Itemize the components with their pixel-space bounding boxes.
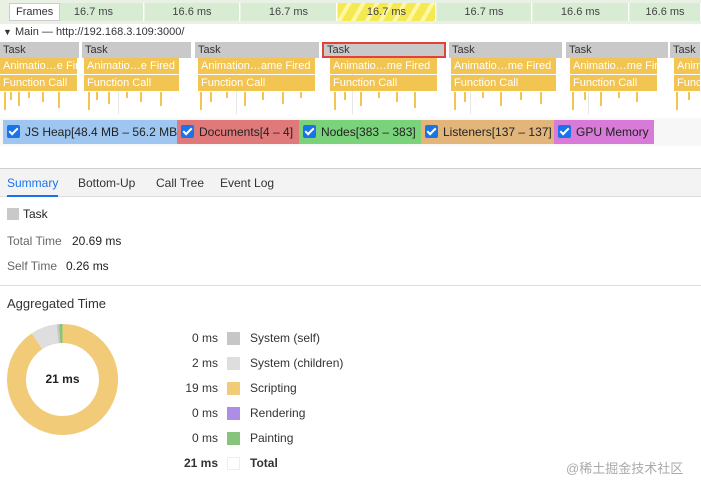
legend-label: Scripting	[250, 381, 297, 395]
aggregated-time-title: Aggregated Time	[7, 296, 107, 311]
summary-title-text: Task	[23, 207, 48, 221]
main-track-header[interactable]: ▼ Main — http://192.168.3.109:3000/	[0, 26, 701, 42]
legend-swatch	[227, 332, 240, 345]
legend-total-label: Total	[250, 456, 278, 470]
flame-animation-frame[interactable]: Animatio…e Fired	[84, 58, 180, 74]
legend-label: System (children)	[250, 356, 344, 370]
tab-call-tree[interactable]: Call Tree	[156, 169, 204, 197]
flame-task[interactable]: Task	[195, 42, 320, 58]
watermark: @稀土掘金技术社区	[566, 461, 684, 476]
legend-label: System (self)	[250, 331, 321, 345]
flame-function-call[interactable]: Function Call	[570, 75, 658, 91]
counter-documents[interactable]: Documents[4 – 4]	[177, 120, 299, 144]
checkbox-checked-icon[interactable]	[303, 125, 316, 138]
legend-swatch	[227, 457, 240, 470]
flame-animation-frame[interactable]: Animatio…me Fired	[451, 58, 557, 74]
legend-swatch	[227, 407, 240, 420]
flame-function-call[interactable]: Function Call	[84, 75, 180, 91]
flame-animation-frame[interactable]: Animatio…me Fired	[570, 58, 658, 74]
tab-summary[interactable]: Summary	[7, 169, 59, 197]
legend-swatch	[227, 357, 240, 370]
legend-label: Painting	[250, 431, 294, 445]
counter-label: GPU Memory	[576, 125, 649, 139]
legend-value: 2 ms	[191, 356, 218, 370]
flame-function-call[interactable]: Function Call	[0, 75, 78, 91]
summary-title: Task	[7, 207, 48, 221]
flame-animation-frame[interactable]: Animatio…me Fired	[330, 58, 438, 74]
donut-center-value: 21 ms	[45, 372, 80, 386]
legend-label: Rendering	[250, 406, 306, 420]
flame-function-call[interactable]: Function Call	[198, 75, 316, 91]
expand-arrow-icon[interactable]: ▼	[3, 27, 12, 37]
checkbox-checked-icon[interactable]	[7, 125, 20, 138]
counter-label: JS Heap[48.4 MB – 56.2 MB]	[25, 125, 181, 139]
tab-bottom-up[interactable]: Bottom-Up	[78, 169, 135, 197]
task-color-swatch	[7, 208, 19, 220]
frame-cell[interactable]: 16.7 ms	[338, 3, 436, 21]
legend-swatch	[227, 432, 240, 445]
flame-task[interactable]: Task	[0, 42, 80, 58]
legend-swatch	[227, 382, 240, 395]
counter-label: Nodes[383 – 383]	[321, 125, 416, 139]
counter-js-heap[interactable]: JS Heap[48.4 MB – 56.2 MB]	[3, 120, 181, 144]
tab-event-log[interactable]: Event Log	[220, 169, 274, 197]
counter-nodes[interactable]: Nodes[383 – 383]	[299, 120, 421, 144]
legend-value: 0 ms	[191, 406, 218, 420]
counter-label: Listeners[137 – 137]	[443, 125, 552, 139]
checkbox-checked-icon[interactable]	[425, 125, 438, 138]
checkbox-checked-icon[interactable]	[558, 125, 571, 138]
total-time-label: Total Time	[7, 234, 62, 248]
flame-task[interactable]: Task	[566, 42, 669, 58]
counter-label: Documents[4 – 4]	[199, 125, 294, 139]
frames-label[interactable]: Frames	[9, 3, 61, 21]
frame-cell[interactable]: 16.7 ms	[437, 3, 532, 21]
checkbox-checked-icon[interactable]	[181, 125, 194, 138]
flame-function-call[interactable]: Function Call	[330, 75, 438, 91]
flame-animation-frame[interactable]: Animation…ame Fired	[198, 58, 316, 74]
flame-task[interactable]: Task	[670, 42, 701, 58]
flame-function-call[interactable]: Funct	[674, 75, 701, 91]
flame-task-selected[interactable]: Task	[322, 42, 446, 58]
main-track-label: Main — http://192.168.3.109:3000/	[14, 26, 185, 38]
self-time-value: 0.26 ms	[66, 259, 109, 273]
frame-cell[interactable]: 16.7 ms	[241, 3, 337, 21]
counter-gpu-memory[interactable]: GPU Memory	[554, 120, 654, 144]
legend-total-value: 21 ms	[183, 456, 218, 470]
flame-animation-frame[interactable]: Animatio…e Fired	[0, 58, 78, 74]
legend-value: 0 ms	[191, 331, 218, 345]
flame-function-call[interactable]: Function Call	[451, 75, 557, 91]
flame-task[interactable]: Task	[82, 42, 192, 58]
total-time-value: 20.69 ms	[72, 234, 122, 248]
flame-task[interactable]: Task	[449, 42, 563, 58]
frame-cell[interactable]: 16.6 ms	[630, 3, 701, 21]
flame-animation-frame[interactable]: Anim	[674, 58, 701, 74]
legend-value: 0 ms	[191, 431, 218, 445]
donut-slice-system-children	[31, 324, 60, 350]
legend-value: 19 ms	[185, 381, 218, 395]
frame-cell[interactable]: 16.6 ms	[533, 3, 629, 21]
frame-cell[interactable]: 16.6 ms	[145, 3, 240, 21]
self-time-label: Self Time	[7, 259, 58, 273]
counter-listeners[interactable]: Listeners[137 – 137]	[421, 120, 554, 144]
